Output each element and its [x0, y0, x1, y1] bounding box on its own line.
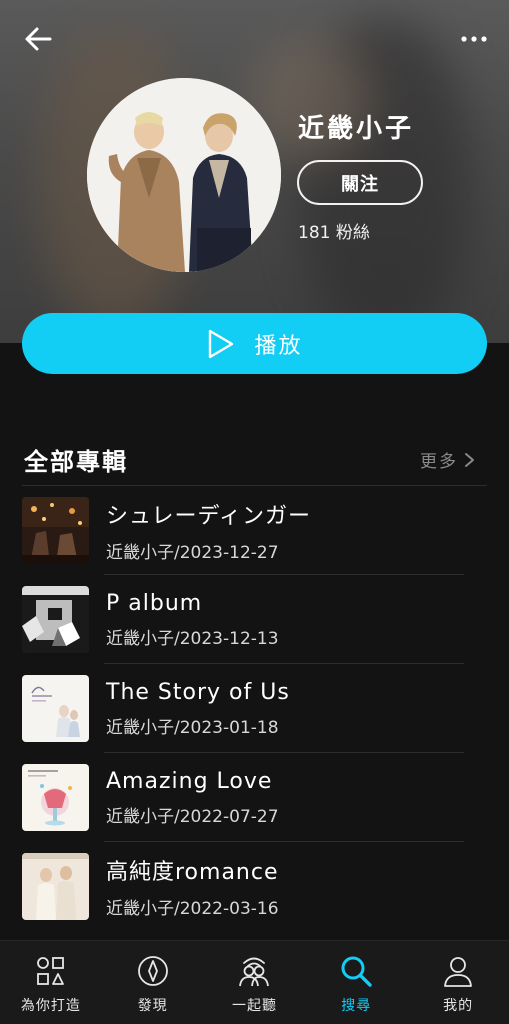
play-label: 播放 — [254, 333, 303, 359]
album-item[interactable]: 高純度romance 近畿小子/2022-03-16 — [22, 842, 464, 931]
album-title: シュレーディンガー — [106, 504, 312, 529]
search-icon — [341, 956, 372, 987]
nav-label: 一起聽 — [231, 998, 277, 1014]
album-cover — [22, 586, 89, 653]
album-subtitle: 近畿小子/2022-03-16 — [106, 899, 279, 919]
profile-icon — [444, 957, 472, 987]
nav-item-search[interactable]: 搜尋 — [305, 941, 407, 1024]
album-list: シュレーディンガー 近畿小子/2023-12-27 P album 近畿小子/2… — [22, 486, 464, 931]
nav-label: 發現 — [137, 998, 168, 1014]
play-button[interactable]: 播放 — [22, 313, 487, 374]
album-title: P album — [106, 590, 203, 616]
more-albums-link[interactable]: 更多 — [420, 447, 476, 472]
listen-together-icon — [239, 957, 270, 987]
bottom-navigation: 為你打造 發現 一起聽 搜尋 我的 — [0, 940, 509, 1024]
album-title: Amazing Love — [106, 768, 273, 794]
compass-icon — [137, 956, 168, 986]
album-title: 高純度romance — [106, 860, 279, 885]
artist-avatar — [87, 78, 281, 272]
album-item[interactable]: The Story of Us 近畿小子/2023-01-18 — [22, 664, 464, 753]
shapes-icon — [36, 957, 64, 985]
album-subtitle: 近畿小子/2022-07-27 — [106, 806, 279, 827]
album-subtitle: 近畿小子/2023-12-27 — [106, 543, 279, 563]
album-title: The Story of Us — [106, 679, 290, 705]
album-item[interactable]: P album 近畿小子/2023-12-13 — [22, 575, 464, 664]
fans-count: 181 粉絲 — [298, 223, 370, 243]
album-item[interactable]: シュレーディンガー 近畿小子/2023-12-27 — [22, 486, 464, 575]
more-albums-label: 更多 — [420, 452, 458, 472]
album-subtitle: 近畿小子/2023-12-13 — [106, 628, 279, 649]
nav-item-discover[interactable]: 發現 — [102, 941, 204, 1024]
artist-header: 近畿小子 關注 181 粉絲 — [0, 0, 509, 343]
album-cover — [22, 497, 89, 564]
chevron-right-icon — [465, 452, 474, 467]
album-cover — [22, 764, 89, 831]
back-arrow-icon[interactable] — [22, 24, 56, 54]
album-subtitle: 近畿小子/2023-01-18 — [106, 717, 279, 738]
play-icon — [209, 329, 234, 358]
follow-button[interactable]: 關注 — [297, 160, 423, 205]
nav-item-for-you[interactable]: 為你打造 — [0, 941, 102, 1024]
nav-item-listen-together[interactable]: 一起聽 — [204, 941, 306, 1024]
more-options-icon[interactable] — [456, 24, 492, 54]
nav-label: 為你打造 — [20, 998, 81, 1014]
album-cover — [22, 853, 89, 920]
artist-name: 近畿小子 — [298, 114, 415, 144]
nav-item-mine[interactable]: 我的 — [407, 941, 509, 1024]
album-item[interactable]: Amazing Love 近畿小子/2022-07-27 — [22, 753, 464, 842]
nav-label: 我的 — [443, 998, 474, 1014]
nav-label: 搜尋 — [341, 998, 372, 1014]
albums-section-title: 全部專輯 — [24, 448, 128, 476]
album-cover — [22, 675, 89, 742]
